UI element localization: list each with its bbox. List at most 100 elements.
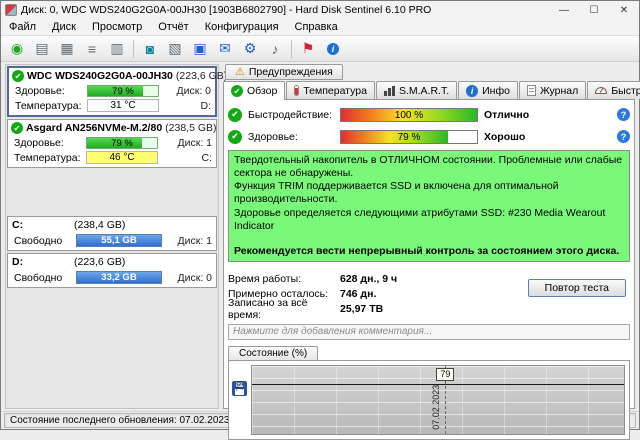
- disk-health-row: Здоровье: 79 % Диск: 0: [9, 84, 215, 98]
- chart-date-label: 07.02.2023: [431, 389, 441, 430]
- disk-ok-icon: ✔: [12, 70, 24, 82]
- free-value: 33,2 GB: [77, 272, 161, 283]
- partition-letter: C:: [12, 219, 74, 231]
- health-description-box: Твердотельный накопитель в ОТЛИЧНОМ сост…: [228, 150, 630, 262]
- performance-value: 100 %: [341, 109, 477, 121]
- email-report-icon[interactable]: ✉: [213, 38, 237, 60]
- free-space-bar: 55,1 GB: [76, 234, 162, 247]
- disk-header: ✔ WDC WDS240G2G0A-00JH30 (223,6 GB): [9, 68, 215, 84]
- menu-report[interactable]: Отчёт: [150, 20, 196, 34]
- performance-ok-icon: ✔: [228, 108, 242, 122]
- tab-smart[interactable]: S.M.A.R.T.: [376, 81, 457, 99]
- thermometer-icon: [294, 85, 299, 96]
- partition-item-c[interactable]: C: (238,4 GB) Свободно 55,1 GB Диск: 1: [7, 216, 217, 251]
- disk-number: Диск: 1: [178, 235, 213, 247]
- disk-number: Диск: 0: [178, 272, 213, 284]
- temp-value: 31 °C: [87, 99, 159, 112]
- temp-label: Температура:: [14, 152, 82, 164]
- performance-help-icon[interactable]: ?: [617, 108, 630, 121]
- disk-size: (238,5 GB): [165, 122, 216, 134]
- info-circle-icon: i: [327, 43, 339, 55]
- disk-name: Asgard AN256NVMe-M.2/80: [26, 122, 162, 134]
- menu-help[interactable]: Справка: [287, 20, 346, 34]
- disk-repair-icon[interactable]: ≡: [80, 38, 104, 60]
- health-label: Здоровье:: [14, 137, 82, 149]
- comment-input[interactable]: [228, 324, 630, 340]
- tab-performance[interactable]: Быстродействие: [587, 81, 640, 99]
- tab-info[interactable]: i Инфо: [458, 81, 518, 99]
- main-area: ⚠ Предупреждения ✔ Обзор Температура S.M…: [223, 64, 635, 409]
- tab-log-label: Журнал: [540, 85, 578, 97]
- tab-info-label: Инфо: [482, 85, 510, 97]
- toolbar: ◉ ▤ ▦ ≡ ▥ ◙ ▧ ▣ ✉ ⚙ ♪ ⚑ i: [1, 36, 639, 62]
- partition-item-d[interactable]: D: (223,6 GB) Свободно 33,2 GB Диск: 0: [7, 253, 217, 288]
- disk-size: (223,6 GB): [176, 70, 227, 82]
- maximize-button[interactable]: ☐: [581, 2, 607, 18]
- disk-overview-icon[interactable]: ▤: [30, 38, 54, 60]
- gauge-icon: [595, 87, 607, 94]
- sidebar-spacer: [7, 170, 217, 216]
- disk-number: Диск: 1: [178, 137, 213, 149]
- alert-flag-icon[interactable]: ⚑: [296, 38, 320, 60]
- menu-disk[interactable]: Диск: [44, 20, 84, 34]
- health-ok-icon: ✔: [228, 130, 242, 144]
- disk-surface-test-icon[interactable]: ▦: [55, 38, 79, 60]
- window-title: Диск: 0, WDC WDS240G2G0A-00JH30 [1903B68…: [21, 4, 547, 16]
- log-icon: [527, 85, 536, 96]
- disk-sidebar: ✔ WDC WDS240G2G0A-00JH30 (223,6 GB) Здор…: [5, 64, 219, 409]
- report-chart-icon[interactable]: ▧: [163, 38, 187, 60]
- disk-name: WDC WDS240G2G0A-00JH30: [27, 70, 173, 82]
- chart-point-label: 79: [436, 368, 454, 381]
- disk-item-wdc[interactable]: ✔ WDC WDS240G2G0A-00JH30 (223,6 GB) Здор…: [7, 66, 217, 117]
- health-status: Хорошо: [484, 131, 525, 143]
- screenshot-icon[interactable]: ◙: [138, 38, 162, 60]
- disk-temperature-icon[interactable]: ▥: [105, 38, 129, 60]
- tab-performance-label: Быстродействие: [611, 85, 640, 97]
- sound-alert-icon[interactable]: ♪: [263, 38, 287, 60]
- performance-label: Быстродействие:: [248, 109, 334, 121]
- performance-row: ✔ Быстродействие: 100 % Отлично ?: [228, 105, 630, 124]
- smart-chart-icon: [384, 86, 395, 96]
- retest-button[interactable]: Повтор теста: [528, 279, 626, 297]
- chart-title-tab[interactable]: Состояние (%): [228, 346, 318, 360]
- menu-file[interactable]: Файл: [1, 20, 44, 34]
- tab-temperature[interactable]: Температура: [286, 81, 375, 99]
- app-icon: [5, 4, 17, 16]
- info-icon[interactable]: i: [321, 38, 345, 60]
- tab-overview-label: Обзор: [247, 85, 277, 97]
- disk-health-row: Здоровье: 79 % Диск: 1: [8, 136, 216, 150]
- health-bar: 79 %: [86, 137, 158, 149]
- tab-warnings-label: Предупреждения: [249, 66, 333, 78]
- drive-letter: D:: [201, 100, 212, 112]
- temp-label: Температура:: [15, 100, 83, 112]
- temp-value: 46 °C: [86, 151, 158, 164]
- health-bar: 79 %: [340, 130, 478, 144]
- menu-view[interactable]: Просмотр: [84, 20, 150, 34]
- menu-configuration[interactable]: Конфигурация: [197, 20, 287, 34]
- stat-total-written: Записано за всё время: 25,97 TB: [228, 302, 630, 317]
- tab-warnings[interactable]: ⚠ Предупреждения: [225, 64, 343, 80]
- disk-number: Диск: 0: [177, 85, 212, 97]
- monitor-icon[interactable]: ▣: [188, 38, 212, 60]
- disk-item-asgard[interactable]: ✔ Asgard AN256NVMe-M.2/80 (238,5 GB) Здо…: [7, 119, 217, 168]
- performance-status: Отлично: [484, 109, 529, 121]
- health-help-icon[interactable]: ?: [617, 130, 630, 143]
- description-line-2: Функция TRIM поддерживается SSD и включе…: [234, 180, 624, 206]
- toolbar-separator: [133, 40, 134, 58]
- close-button[interactable]: ✕: [611, 2, 637, 18]
- disk-header: ✔ Asgard AN256NVMe-M.2/80 (238,5 GB): [8, 120, 216, 136]
- tab-overview[interactable]: ✔ Обзор: [223, 81, 285, 100]
- tab-log[interactable]: Журнал: [519, 81, 586, 99]
- partition-free-row: Свободно 33,2 GB Диск: 0: [8, 270, 216, 285]
- partition-size: (223,6 GB): [74, 256, 125, 268]
- minimize-button[interactable]: —: [551, 2, 577, 18]
- overview-panel: ✔ Быстродействие: 100 % Отлично ? ✔ Здор…: [223, 99, 635, 409]
- toolbar-separator: [291, 40, 292, 58]
- description-line-1: Твердотельный накопитель в ОТЛИЧНОМ сост…: [234, 154, 624, 180]
- settings-gear-icon[interactable]: ⚙: [238, 38, 262, 60]
- info-circle-icon: i: [466, 85, 478, 97]
- disk-health-icon[interactable]: ◉: [5, 38, 29, 60]
- free-space-bar: 33,2 GB: [76, 271, 162, 284]
- free-label: Свободно: [14, 235, 72, 247]
- status-chart-section: Состояние (%) 79 79 07.02.2023: [228, 346, 630, 440]
